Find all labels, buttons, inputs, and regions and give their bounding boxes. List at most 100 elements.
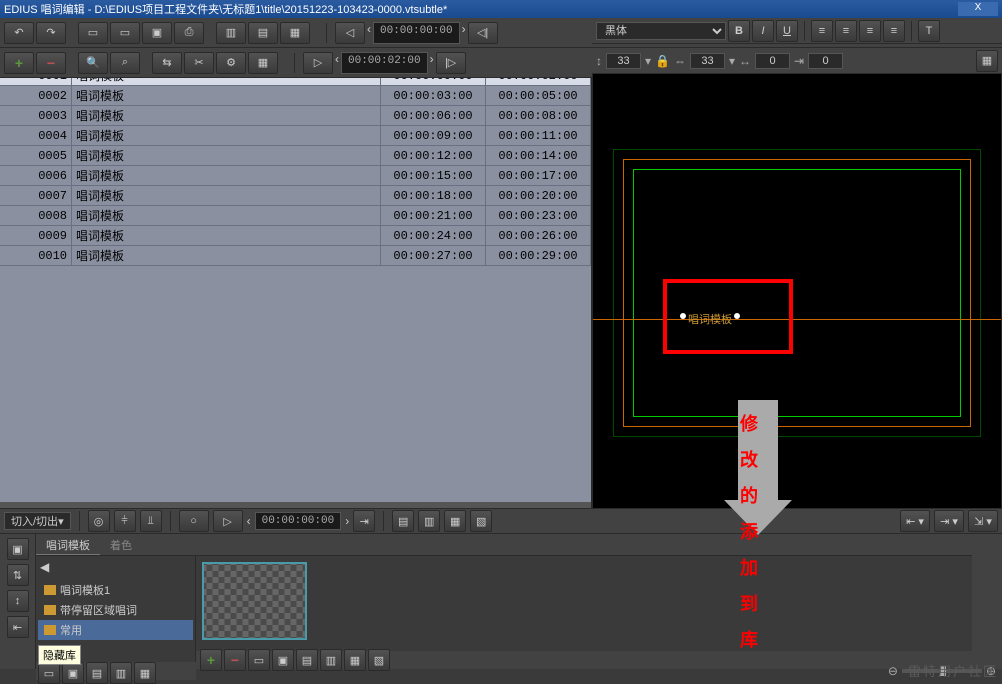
row-text[interactable]: 唱词模板 — [72, 226, 381, 245]
layout2-button[interactable]: ▥ — [418, 510, 440, 532]
new-button[interactable]: ▭ — [78, 22, 108, 44]
timecode-out[interactable]: 00:00:02:00 — [341, 52, 428, 74]
row-in-tc[interactable]: 00:00:06:00 — [381, 106, 486, 125]
font-select[interactable]: 黑体 — [596, 22, 726, 40]
row-in-tc[interactable]: 00:00:12:00 — [381, 146, 486, 165]
table-row[interactable]: 0004唱词模板00:00:09:0000:00:11:00 — [0, 126, 591, 146]
lib-btn5[interactable]: ▤ — [296, 649, 318, 671]
row-out-tc[interactable]: 00:00:05:00 — [486, 86, 591, 105]
tree-btn4[interactable]: ▥ — [110, 662, 132, 684]
list-button[interactable]: ▦ — [280, 22, 310, 44]
tree-btn5[interactable]: ▦ — [134, 662, 156, 684]
play-button[interactable]: ▷ — [213, 510, 243, 532]
lock-icon[interactable]: 🔒 — [655, 54, 670, 68]
layout3-button[interactable]: ▦ — [444, 510, 466, 532]
tree-btn2[interactable]: ▣ — [62, 662, 84, 684]
resize-handle[interactable] — [734, 313, 740, 319]
resize-handle[interactable] — [680, 313, 686, 319]
table-row[interactable]: 0005唱词模板00:00:12:0000:00:14:00 — [0, 146, 591, 166]
row-text[interactable]: 唱词模板 — [72, 186, 381, 205]
merge-button[interactable]: ⇆ — [152, 52, 182, 74]
jump-out-button[interactable]: |▷ — [436, 52, 466, 74]
redo-button[interactable]: ↷ — [36, 22, 66, 44]
text-style-button[interactable]: T — [918, 20, 940, 42]
row-in-tc[interactable]: 00:00:18:00 — [381, 186, 486, 205]
close-button[interactable]: X — [958, 2, 998, 16]
table-row[interactable]: 0010唱词模板00:00:27:0000:00:29:00 — [0, 246, 591, 266]
distribute2-button[interactable]: ⇥ ▾ — [934, 510, 964, 532]
row-in-tc[interactable]: 00:00:09:00 — [381, 126, 486, 145]
open-button[interactable]: ▭ — [110, 22, 140, 44]
library-arrows-button[interactable]: ↕ — [7, 590, 29, 612]
row-text[interactable]: 唱词模板 — [72, 206, 381, 225]
font-size-input[interactable] — [606, 53, 641, 69]
play-button[interactable]: ▷ — [303, 52, 333, 74]
save-button[interactable]: ▣ — [142, 22, 172, 44]
saveas-button[interactable]: ⎙ — [174, 22, 204, 44]
lib-btn4[interactable]: ▣ — [272, 649, 294, 671]
split-button[interactable]: ✂ — [184, 52, 214, 74]
import-button[interactable]: ▥ — [216, 22, 246, 44]
row-in-tc[interactable]: 00:00:03:00 — [381, 86, 486, 105]
layout4-button[interactable]: ▧ — [470, 510, 492, 532]
table-row[interactable]: 0007唱词模板00:00:18:0000:00:20:00 — [0, 186, 591, 206]
row-text[interactable]: 唱词模板 — [72, 126, 381, 145]
lib-btn6[interactable]: ▥ — [320, 649, 342, 671]
undo-button[interactable]: ↶ — [4, 22, 34, 44]
timecode-in[interactable]: 00:00:00:00 — [373, 22, 460, 44]
tree-collapse-icon[interactable]: ◀ — [40, 560, 49, 574]
row-text[interactable]: 唱词模板 — [72, 246, 381, 265]
fx1-button[interactable]: ⫩ — [114, 510, 136, 532]
replace-button[interactable]: ⌕ — [110, 52, 140, 74]
settings-button[interactable]: ⚙ — [216, 52, 246, 74]
jump-in-button[interactable]: ◁| — [468, 22, 498, 44]
row-in-tc[interactable]: 00:00:21:00 — [381, 206, 486, 225]
lib-btn7[interactable]: ▦ — [344, 649, 366, 671]
row-text[interactable]: 唱词模板 — [72, 166, 381, 185]
add-button[interactable]: + — [4, 52, 34, 74]
preview-canvas[interactable]: 唱词模板 — [592, 48, 1002, 518]
row-out-tc[interactable]: 00:00:29:00 — [486, 246, 591, 265]
tab-template[interactable]: 唱词模板 — [36, 534, 100, 555]
table-row[interactable]: 0009唱词模板00:00:24:0000:00:26:00 — [0, 226, 591, 246]
font-width-input[interactable] — [690, 53, 725, 69]
italic-button[interactable]: I — [752, 20, 774, 42]
export-button[interactable]: ▤ — [248, 22, 278, 44]
row-out-tc[interactable]: 00:00:17:00 — [486, 166, 591, 185]
lib-add-button[interactable]: + — [200, 649, 222, 671]
library-collapse-button[interactable]: ⇤ — [7, 616, 29, 638]
table-row[interactable]: 0002唱词模板00:00:03:0000:00:05:00 — [0, 86, 591, 106]
tree-btn1[interactable]: ▭ — [38, 662, 60, 684]
remove-button[interactable]: − — [36, 52, 66, 74]
underline-button[interactable]: U — [776, 20, 798, 42]
tree-item[interactable]: 常用 — [38, 620, 193, 640]
distribute1-button[interactable]: ⇤ ▾ — [900, 510, 930, 532]
table-row[interactable]: 0006唱词模板00:00:15:0000:00:17:00 — [0, 166, 591, 186]
text-direction-button[interactable]: ▦ — [976, 50, 998, 72]
row-out-tc[interactable]: 00:00:11:00 — [486, 126, 591, 145]
find-button[interactable]: 🔍 — [78, 52, 108, 74]
distribute3-button[interactable]: ⇲ ▾ — [968, 510, 998, 532]
row-out-tc[interactable]: 00:00:26:00 — [486, 226, 591, 245]
tree-item[interactable]: 唱词模板1 — [38, 580, 193, 600]
table-row[interactable]: 0003唱词模板00:00:06:0000:00:08:00 — [0, 106, 591, 126]
spacing-input[interactable] — [755, 53, 790, 69]
subtitle-text-object[interactable]: 唱词模板 — [688, 311, 732, 327]
zoom-out-icon[interactable]: ⊖ — [888, 664, 898, 678]
align-left-button[interactable]: ≡ — [811, 20, 833, 42]
lib-btn8[interactable]: ▧ — [368, 649, 390, 671]
align-center-button[interactable]: ≡ — [835, 20, 857, 42]
template-thumbnail[interactable] — [202, 562, 307, 640]
row-text[interactable]: 唱词模板 — [72, 86, 381, 105]
sync-button[interactable]: ⇥ — [353, 510, 375, 532]
align-right-button[interactable]: ≡ — [859, 20, 881, 42]
lib-remove-button[interactable]: − — [224, 649, 246, 671]
kerning-input[interactable] — [808, 53, 843, 69]
transport-timecode[interactable]: 00:00:00:00 — [255, 512, 342, 530]
row-out-tc[interactable]: 00:00:14:00 — [486, 146, 591, 165]
tab-coloring[interactable]: 着色 — [100, 534, 142, 555]
fx2-button[interactable]: ⫫ — [140, 510, 162, 532]
library-tree-button[interactable]: ⇅ — [7, 564, 29, 586]
table-row[interactable]: 0008唱词模板00:00:21:0000:00:23:00 — [0, 206, 591, 226]
row-out-tc[interactable]: 00:00:20:00 — [486, 186, 591, 205]
